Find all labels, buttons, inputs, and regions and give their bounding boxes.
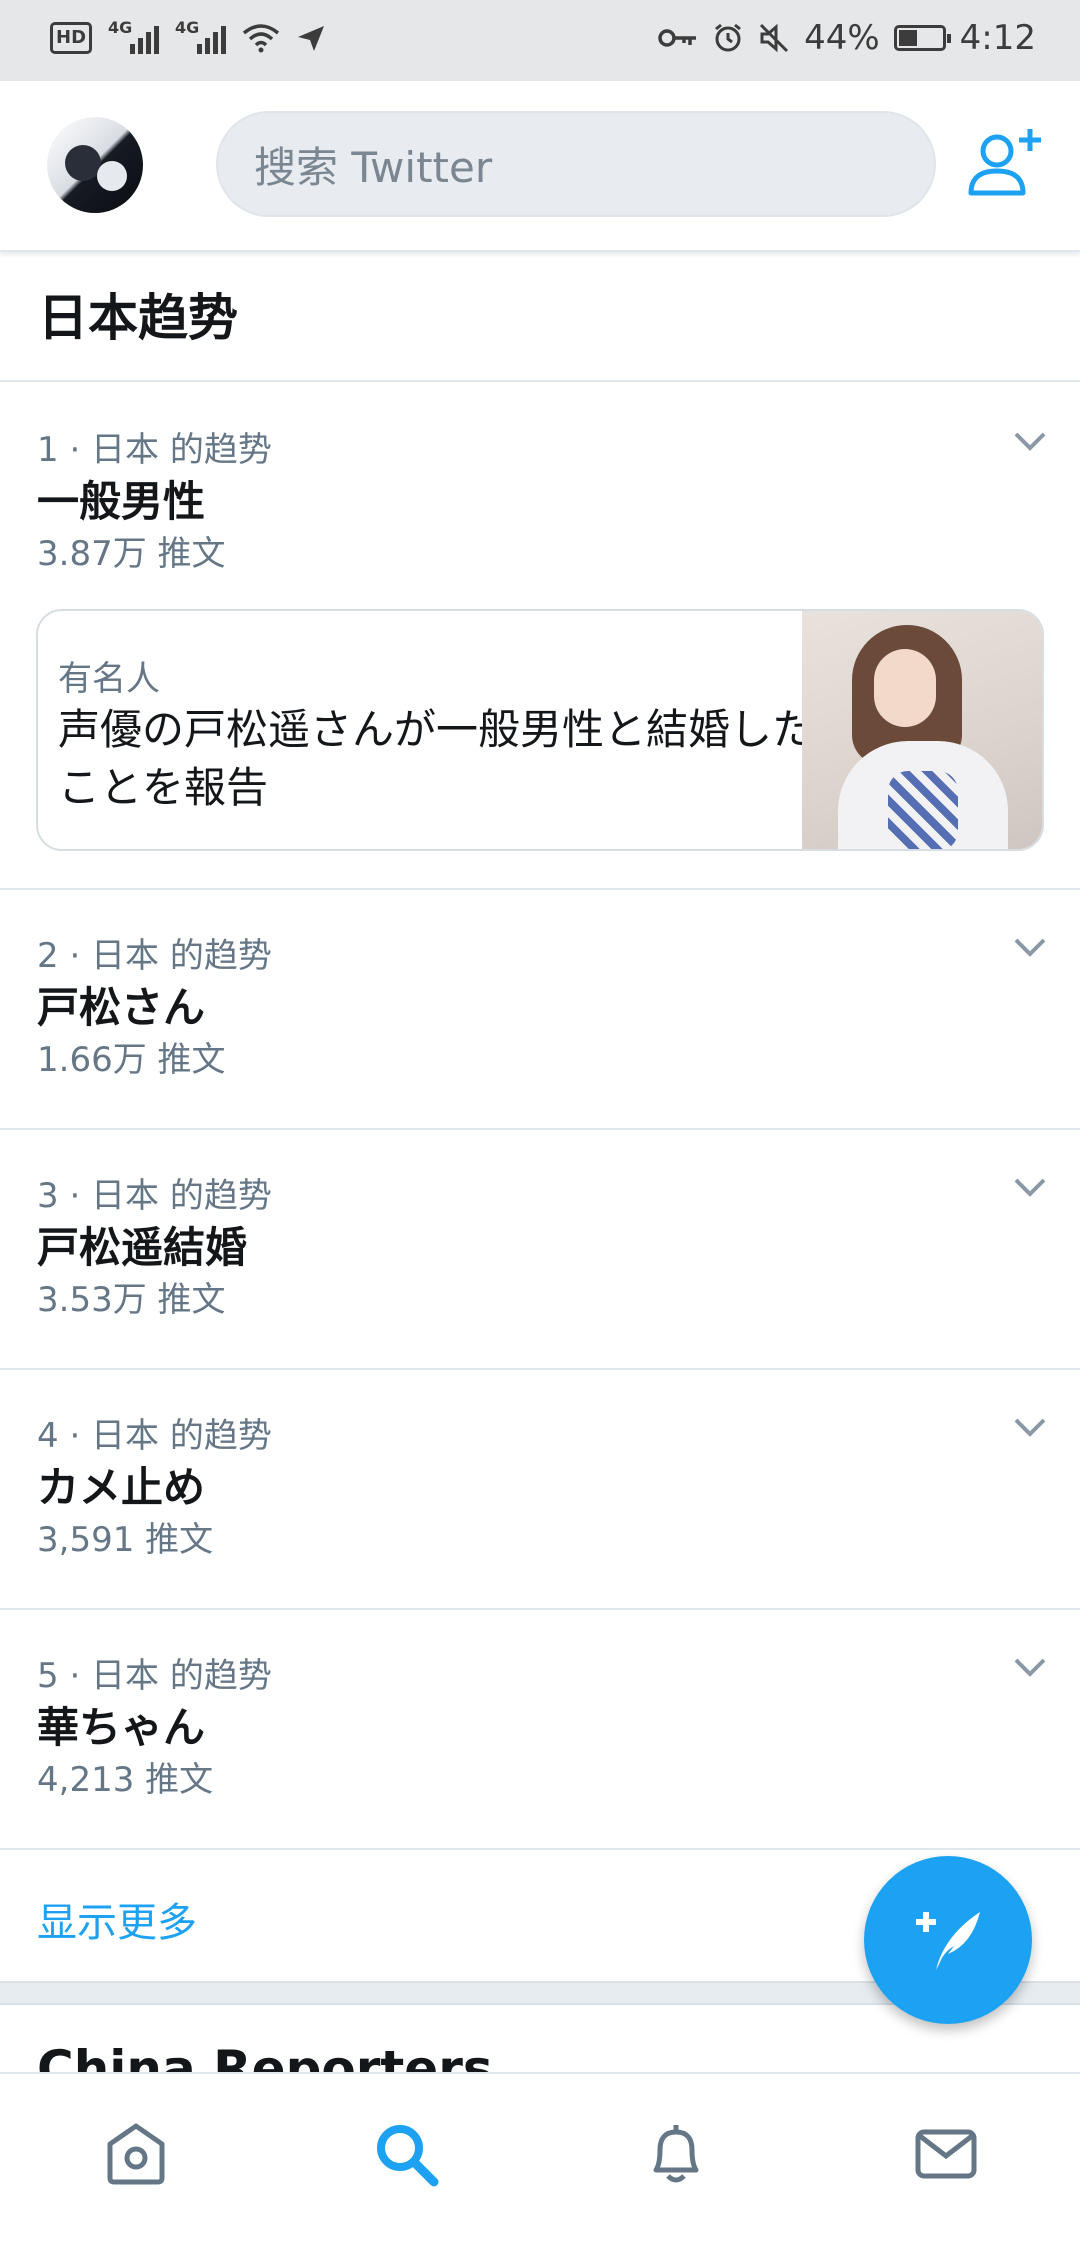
signal-icon: 4G <box>108 18 160 54</box>
trend-name: 戸松さん <box>37 983 206 1032</box>
trend-meta: 2 · 日本 的趋势 <box>37 936 272 976</box>
section-title: 日本趋势 <box>38 289 238 347</box>
divider <box>0 1848 1080 1850</box>
chevron-down-icon[interactable] <box>1012 428 1048 454</box>
hd-badge: HD <box>50 22 93 54</box>
notifications-icon[interactable] <box>642 2120 710 2188</box>
mute-icon <box>760 23 789 53</box>
compose-tweet-icon <box>916 1912 980 1970</box>
battery-percent: 44% <box>804 18 880 58</box>
card-image <box>802 611 1042 849</box>
trend-count: 3,591 推文 <box>37 1520 214 1560</box>
chevron-down-icon[interactable] <box>1012 934 1048 960</box>
trend-meta: 3 · 日本 的趋势 <box>37 1176 272 1216</box>
bottom-nav <box>0 2072 1080 2242</box>
divider <box>0 1608 1080 1610</box>
avatar[interactable] <box>47 117 143 213</box>
status-right: 44% 4:12 <box>658 18 1036 58</box>
alarm-icon <box>715 23 741 52</box>
trend-count: 3.53万 推文 <box>37 1280 226 1320</box>
clock: 4:12 <box>959 18 1036 58</box>
chevron-down-icon[interactable] <box>1012 1414 1048 1440</box>
trend-meta: 4 · 日本 的趋势 <box>37 1416 272 1456</box>
chevron-down-icon[interactable] <box>1012 1654 1048 1680</box>
location-icon <box>298 26 325 51</box>
trend-name: カメ止め <box>37 1463 206 1512</box>
trend-count: 4,213 推文 <box>37 1760 214 1800</box>
key-icon <box>658 29 697 47</box>
divider <box>0 380 1080 382</box>
battery-icon <box>893 25 951 51</box>
status-bar: HD 4G 4G 44% 4:12 <box>0 0 1080 81</box>
show-more-link[interactable]: 显示更多 <box>37 1890 197 1948</box>
search-placeholder: 搜索 Twitter <box>254 142 493 192</box>
top-bar: 搜索 Twitter <box>0 81 1080 252</box>
news-card[interactable]: 有名人 声優の戸松遥さんが一般男性と結婚したことを報告 <box>36 609 1044 851</box>
messages-icon[interactable] <box>912 2120 980 2188</box>
divider <box>0 888 1080 890</box>
trend-count: 3.87万 推文 <box>37 534 226 574</box>
add-user-icon[interactable] <box>964 121 1050 207</box>
divider <box>0 1128 1080 1130</box>
status-left: HD 4G 4G <box>50 18 326 54</box>
trend-count: 1.66万 推文 <box>37 1040 226 1080</box>
wifi-icon <box>242 24 280 53</box>
card-category: 有名人 <box>58 659 160 699</box>
search-icon[interactable] <box>372 2120 440 2188</box>
signal-icon: 4G <box>175 18 227 54</box>
trend-name: 華ちゃん <box>37 1703 206 1752</box>
trend-meta: 1 · 日本 的趋势 <box>37 430 272 470</box>
divider <box>0 1368 1080 1370</box>
chevron-down-icon[interactable] <box>1012 1174 1048 1200</box>
search-input[interactable]: 搜索 Twitter <box>216 111 936 217</box>
trend-name: 一般男性 <box>37 477 206 526</box>
card-headline: 声優の戸松遥さんが一般男性と結婚したことを報告 <box>58 705 815 812</box>
trend-meta: 5 · 日本 的趋势 <box>37 1656 272 1696</box>
trend-name: 戸松遥結婚 <box>37 1223 248 1272</box>
compose-tweet-button[interactable] <box>864 1856 1032 2024</box>
home-icon[interactable] <box>102 2120 170 2188</box>
